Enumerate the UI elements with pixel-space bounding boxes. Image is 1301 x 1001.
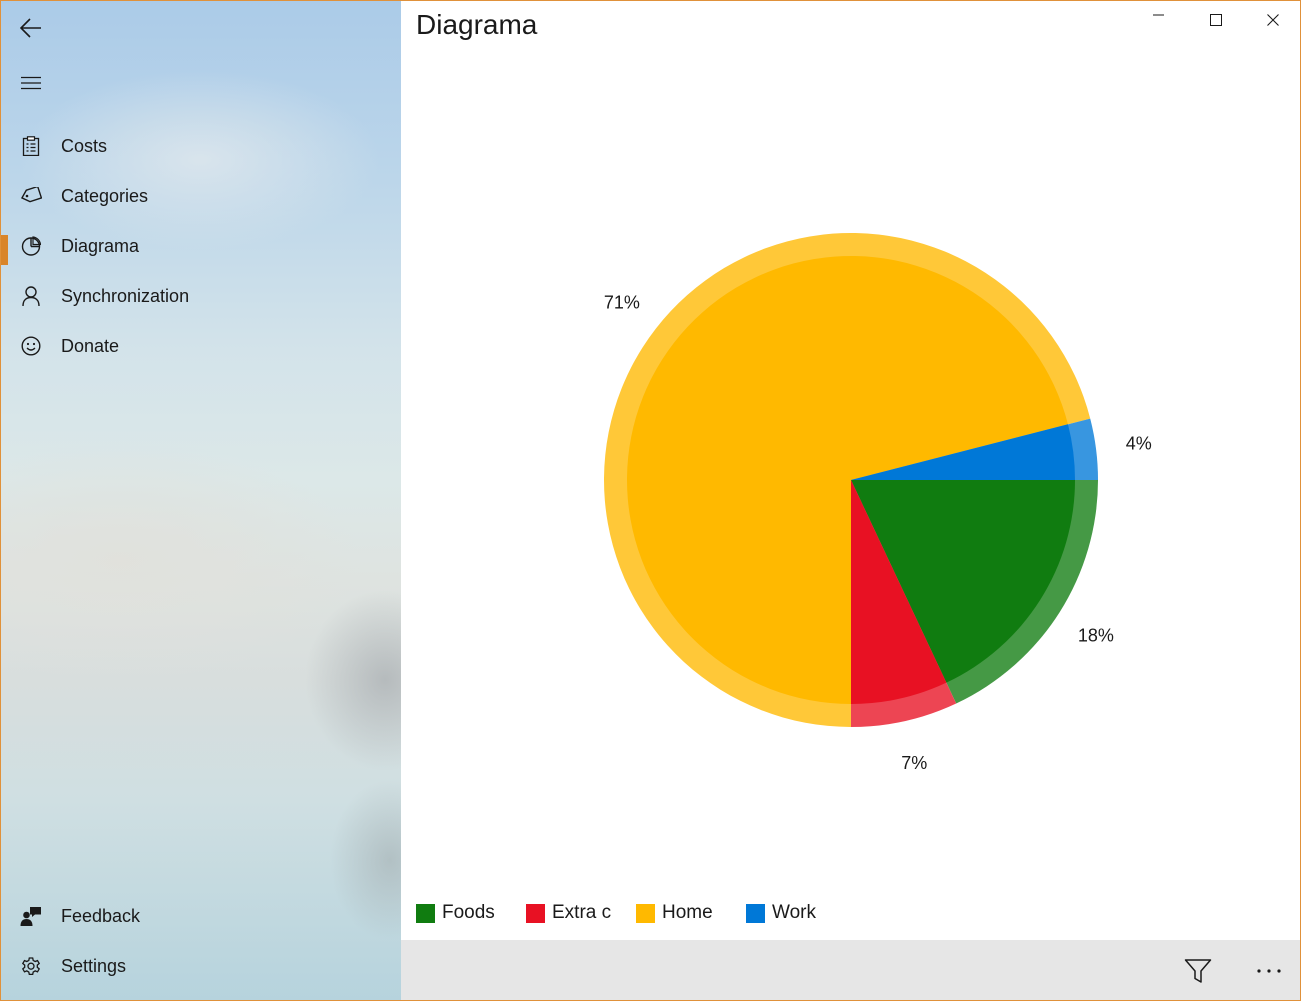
legend-item-work: Work: [746, 902, 856, 924]
legend-swatch: [746, 903, 765, 923]
window-controls: [1130, 0, 1301, 40]
close-icon: [1266, 14, 1279, 26]
chart-legend: Foods Extra c Home Work: [416, 900, 856, 926]
hamburger-menu-button[interactable]: [0, 56, 62, 110]
legend-label: Home: [662, 902, 713, 923]
smiley-icon: [0, 321, 62, 371]
sidebar-item-categories[interactable]: Categories: [0, 171, 401, 221]
maximize-button[interactable]: [1187, 0, 1244, 40]
page-title: Diagrama: [416, 9, 538, 40]
legend-swatch: [526, 903, 545, 923]
legend-swatch: [416, 903, 435, 923]
legend-label: Work: [772, 902, 816, 923]
slice-label-home: 71%: [604, 292, 640, 312]
sidebar-item-label: Categories: [61, 185, 149, 206]
legend-swatch: [636, 903, 655, 923]
legend-item-extra: Extra c: [526, 902, 636, 924]
slice-label-extra-c: 7%: [901, 753, 927, 773]
sidebar-item-diagrama[interactable]: Diagrama: [0, 221, 401, 271]
back-button[interactable]: [0, 1, 62, 55]
sidebar-item-donate[interactable]: Donate: [0, 321, 401, 371]
hamburger-menu-icon: [21, 76, 41, 90]
tag-icon: [0, 171, 62, 221]
sidebar-item-label: Settings: [61, 955, 127, 976]
slice-label-work: 4%: [1126, 434, 1152, 454]
main-content: 18% 7% 71% 4% Diagrama Foods Extra c Home W…: [401, 0, 1301, 1001]
minimize-button[interactable]: [1130, 0, 1187, 40]
minimize-icon: [1152, 14, 1164, 16]
pie-chart-icon: [0, 221, 62, 271]
sidebar-item-label: Donate: [61, 335, 120, 356]
navigation-pane: Costs Categories Diagrama Synchronizatio…: [0, 0, 401, 1001]
clipboard-list-icon: [0, 121, 62, 171]
legend-label: Foods: [442, 902, 495, 923]
legend-item-foods: Foods: [416, 902, 526, 924]
back-arrow-icon: [20, 18, 41, 38]
command-bar: [401, 940, 1301, 1001]
filter-button[interactable]: [1168, 940, 1228, 1001]
sidebar-item-label: Feedback: [61, 905, 141, 926]
sidebar-item-label: Synchronization: [61, 285, 190, 306]
sidebar-item-costs[interactable]: Costs: [0, 121, 401, 171]
filter-icon: [1184, 958, 1212, 983]
legend-label: Extra c: [552, 902, 612, 923]
more-options-button[interactable]: [1239, 940, 1299, 1001]
sidebar-item-feedback[interactable]: Feedback: [0, 891, 401, 941]
more-ellipsis-icon: [1257, 968, 1281, 973]
close-button[interactable]: [1244, 0, 1301, 40]
sidebar-item-settings[interactable]: Settings: [0, 941, 401, 991]
slice-label-foods: 18%: [1078, 625, 1114, 645]
person-icon: [0, 271, 62, 321]
feedback-person-icon: [0, 891, 62, 941]
sidebar-item-label: Costs: [61, 135, 108, 156]
selection-indicator: [0, 235, 8, 265]
gear-icon: [0, 941, 62, 991]
sidebar-item-synchronization[interactable]: Synchronization: [0, 271, 401, 321]
pie-chart: 18% 7% 71% 4%: [604, 232, 1152, 773]
sidebar-item-label: Diagrama: [61, 235, 140, 256]
legend-item-home: Home: [636, 902, 746, 924]
maximize-icon: [1209, 14, 1222, 26]
